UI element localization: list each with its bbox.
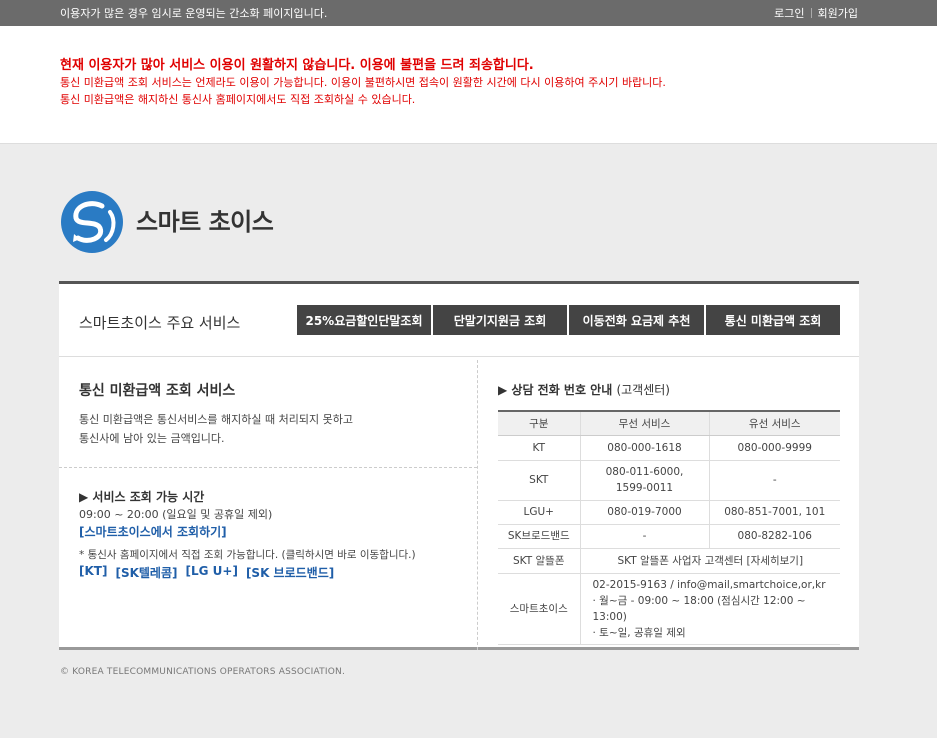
top-links: 로그인 회원가입 [774,5,858,21]
logo-text[interactable]: 스마트 초이스 [136,202,274,237]
carrier-name: SKT 알뜰폰 [498,548,580,574]
login-link[interactable]: 로그인 [774,5,804,21]
wired-number: 080-851-7001, 101 [708,500,840,525]
column-header: 무선 서비스 [579,410,709,436]
table-row: SK브로드밴드 - 080-8282-106 [498,524,840,549]
contact-phone-email: 02-2015-9163 / info@mail,smartchoice,or,… [592,578,826,591]
device-subsidy-button[interactable]: 단말기지원금 조회 [433,305,567,335]
main-services-bar: 스마트초이스 주요 서비스 25%요금할인단말조회 단말기지원금 조회 이동전화… [59,284,859,357]
notice-line-1: 현재 이용자가 많아 서비스 이용이 원활하지 않습니다. 이용에 불편을 드려… [60,58,534,73]
contact-table: 구분 무선 서비스 유선 서비스 KT 080-000-1618 080-000… [498,410,840,645]
carrier-links: [KT] [SK텔레콤] [LG U+] [SK 브로드밴드] [79,564,334,581]
wireless-number: 080-011-6000, 1599-0011 [579,460,709,501]
main-services-buttons: 25%요금할인단말조회 단말기지원금 조회 이동전화 요금제 추천 통신 미환급… [297,305,840,335]
smartchoice-logo-icon[interactable] [60,190,124,254]
vertical-divider [477,360,478,650]
contact-title: ▶ 상담 전화 번호 안내 (고객센터) [498,381,670,398]
divider [59,467,477,468]
refund-desc-line-1: 통신 미환급액은 통신서비스를 해지하실 때 처리되지 못하고 [79,413,353,426]
column-header: 유선 서비스 [708,410,840,436]
carrier-note: * 통신사 홈페이지에서 직접 조회 가능합니다. (클릭하시면 바로 이동합니… [79,549,416,561]
refund-description: 통신 미환급액은 통신서비스를 해지하실 때 처리되지 못하고 통신사에 남아 … [79,410,353,448]
divider [810,8,812,18]
contact-title-main: ▶ 상담 전화 번호 안내 [498,383,617,397]
kt-link[interactable]: [KT] [79,564,107,581]
table-row: 스마트초이스 02-2015-9163 / info@mail,smartcho… [498,573,840,645]
mvno-service-center-link[interactable]: SKT 알뜰폰 사업자 고객센터 [자세히보기] [579,548,840,574]
hours-text: 09:00 ~ 20:00 (일요일 및 공휴일 제외) [79,508,273,521]
wired-number: 080-8282-106 [708,524,840,549]
wired-number: - [708,460,840,501]
lg-uplus-link[interactable]: [LG U+] [185,564,237,581]
wired-number: 080-000-9999 [708,435,840,461]
notice-line-3: 통신 미환급액은 해지하신 통신사 홈페이지에서도 직접 조회하실 수 있습니다… [60,93,416,106]
wireless-number-line-1: 080-011-6000, [605,466,684,478]
sk-broadband-link[interactable]: [SK 브로드밴드] [246,564,334,581]
contact-weekend-note: · 토~일, 공휴일 제외 [592,626,686,639]
simplified-page-notice: 이용자가 많은 경우 임시로 운영되는 간소화 페이지입니다. [60,7,328,20]
table-row: KT 080-000-1618 080-000-9999 [498,435,840,461]
plan-recommend-button[interactable]: 이동전화 요금제 추천 [569,305,704,335]
main-services-title: 스마트초이스 주요 서비스 [79,314,241,332]
wireless-number: - [579,524,709,549]
carrier-name: SK브로드밴드 [498,524,580,549]
logo-area: 스마트 초이스 [0,144,937,280]
notice-line-2: 통신 미환급액 조회 서비스는 언제라도 이용이 가능합니다. 이용이 불편하시… [60,76,666,89]
carrier-name: LGU+ [498,500,580,525]
wireless-number: 080-000-1618 [579,435,709,461]
contact-subtitle: (고객센터) [616,383,670,397]
smartchoice-lookup-link[interactable]: [스마트초이스에서 조회하기] [79,523,227,540]
contact-weekday-hours: · 월~금 - 09:00 ~ 18:00 (점심시간 12:00 ~ 13:0… [592,594,806,623]
smartchoice-contact-info: 02-2015-9163 / info@mail,smartchoice,or,… [579,573,840,645]
carrier-name: 스마트초이스 [498,573,580,645]
main-card: 스마트초이스 주요 서비스 25%요금할인단말조회 단말기지원금 조회 이동전화… [59,281,859,650]
table-row: SKT 알뜰폰 SKT 알뜰폰 사업자 고객센터 [자세히보기] [498,548,840,574]
service-notice: 현재 이용자가 많아 서비스 이용이 원활하지 않습니다. 이용에 불편을 드려… [0,26,937,144]
discount-device-button[interactable]: 25%요금할인단말조회 [297,305,431,335]
top-bar: 이용자가 많은 경우 임시로 운영되는 간소화 페이지입니다. 로그인 회원가입 [0,0,937,26]
table-header-row: 구분 무선 서비스 유선 서비스 [498,410,840,436]
column-header: 구분 [498,410,580,436]
refund-lookup-button[interactable]: 통신 미환급액 조회 [706,305,840,335]
sk-telecom-link[interactable]: [SK텔레콤] [115,564,177,581]
table-row: SKT 080-011-6000, 1599-0011 - [498,460,840,501]
refund-desc-line-2: 통신사에 남아 있는 금액입니다. [79,432,225,445]
signup-link[interactable]: 회원가입 [818,5,858,21]
wireless-number: 080-019-7000 [579,500,709,525]
table-row: LGU+ 080-019-7000 080-851-7001, 101 [498,500,840,525]
carrier-name: KT [498,435,580,461]
wireless-number-line-2: 1599-0011 [615,482,674,494]
carrier-name: SKT [498,460,580,501]
refund-title: 통신 미환급액 조회 서비스 [79,383,236,399]
hours-title: ▶ 서비스 조회 가능 시간 [79,490,205,504]
footer-copyright: © KOREA TELECOMMUNICATIONS OPERATORS ASS… [60,667,345,677]
refund-info-panel: 통신 미환급액 조회 서비스 통신 미환급액은 통신서비스를 해지하실 때 처리… [59,360,477,650]
